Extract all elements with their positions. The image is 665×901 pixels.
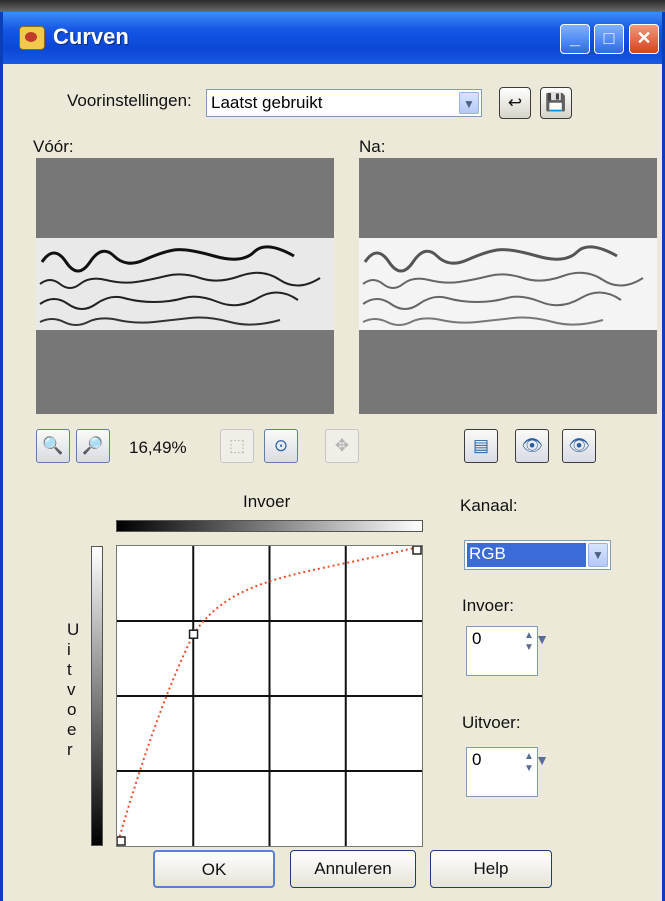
- output-spinbox[interactable]: 0 ▲ ▼ ▼: [466, 747, 549, 797]
- window-title: Curven: [53, 24, 129, 49]
- input-spinbox[interactable]: 0 ▲ ▼ ▼: [466, 626, 549, 676]
- output-label-letter: U: [67, 620, 80, 639]
- reset-icon: ↩: [507, 93, 523, 112]
- channel-value: RGB: [469, 544, 506, 563]
- zoom-level: 16,49%: [129, 438, 187, 457]
- help-button[interactable]: Help: [430, 850, 552, 888]
- after-label: Na:: [359, 137, 386, 156]
- presets-value: Laatst gebruikt: [211, 93, 323, 112]
- app-icon: [19, 26, 45, 50]
- curve-editor[interactable]: [116, 545, 423, 847]
- spin-arrows-icon[interactable]: ▲ ▼: [522, 751, 536, 779]
- ok-button[interactable]: OK: [153, 850, 275, 888]
- curve-control-point[interactable]: [188, 629, 199, 639]
- zoom-in-icon: 🔎: [82, 436, 104, 455]
- before-image: [36, 238, 334, 330]
- input-value: 0: [472, 629, 482, 648]
- save-icon: 💾: [545, 93, 567, 112]
- spin-arrows-icon[interactable]: ▲ ▼: [522, 630, 536, 658]
- chevron-down-icon[interactable]: ▼: [535, 631, 549, 647]
- output-label-letter: r: [67, 740, 73, 759]
- zoom-out-icon: 🔍: [42, 436, 64, 455]
- output-gradient-bar: [91, 546, 103, 846]
- channel-dropdown[interactable]: RGB ▼: [464, 540, 611, 570]
- input-field-label: Invoer:: [462, 596, 514, 615]
- preview-before-button[interactable]: 👁: [515, 429, 549, 463]
- chevron-down-icon[interactable]: ▼: [535, 752, 549, 768]
- output-field-label: Uitvoer:: [462, 713, 521, 732]
- pan-button[interactable]: ✥: [325, 429, 359, 463]
- curves-dialog: Curven _ □ ✕ Voorinstellingen: Laatst ge…: [0, 12, 665, 901]
- split-view-icon: ▤: [472, 436, 490, 455]
- handwriting-after: [362, 245, 644, 326]
- handwriting-before: [39, 245, 321, 326]
- pan-icon: ✥: [334, 436, 350, 455]
- output-label-letter: t: [67, 660, 72, 679]
- fit-window-icon: ⬚: [228, 436, 246, 455]
- eye-icon: 👁: [568, 436, 590, 455]
- output-label-letter: i: [67, 640, 71, 659]
- zoom-100-button[interactable]: ⊙: [264, 429, 298, 463]
- output-value: 0: [472, 750, 482, 769]
- background-strip: [0, 0, 665, 12]
- preview-after-button[interactable]: 👁: [562, 429, 596, 463]
- curve-control-point[interactable]: [412, 546, 422, 555]
- input-gradient-bar: [116, 520, 423, 532]
- output-label-letter: o: [67, 700, 77, 719]
- before-label: Vóór:: [33, 137, 74, 156]
- zoom-out-button[interactable]: 🔍: [36, 429, 70, 463]
- presets-label: Voorinstellingen:: [67, 91, 192, 110]
- after-image: [359, 238, 657, 330]
- output-label-letter: e: [67, 720, 77, 739]
- maximize-button[interactable]: □: [594, 24, 624, 54]
- title-bar[interactable]: Curven _ □ ✕: [3, 12, 662, 64]
- toggle-preview-button[interactable]: ▤: [464, 429, 498, 463]
- after-preview[interactable]: [359, 158, 657, 414]
- fit-window-button[interactable]: ⬚: [220, 429, 254, 463]
- eye-icon: 👁: [521, 436, 543, 455]
- channel-label: Kanaal:: [460, 496, 518, 515]
- curve-input-label: Invoer: [243, 492, 291, 511]
- curve-control-point[interactable]: [117, 836, 126, 846]
- close-button[interactable]: ✕: [629, 24, 659, 54]
- curve-graph[interactable]: [117, 546, 422, 846]
- chevron-down-icon[interactable]: ▼: [588, 543, 608, 567]
- reset-button[interactable]: ↩: [499, 87, 531, 119]
- zoom-actual-icon: ⊙: [273, 436, 289, 455]
- before-preview[interactable]: [36, 158, 334, 414]
- chevron-down-icon[interactable]: ▼: [459, 92, 479, 114]
- presets-dropdown[interactable]: Laatst gebruikt ▼: [206, 89, 482, 117]
- output-label-letter: v: [67, 680, 76, 699]
- cancel-button[interactable]: Annuleren: [290, 850, 416, 888]
- minimize-button[interactable]: _: [560, 24, 590, 54]
- save-preset-button[interactable]: 💾: [540, 87, 572, 119]
- zoom-in-button[interactable]: 🔎: [76, 429, 110, 463]
